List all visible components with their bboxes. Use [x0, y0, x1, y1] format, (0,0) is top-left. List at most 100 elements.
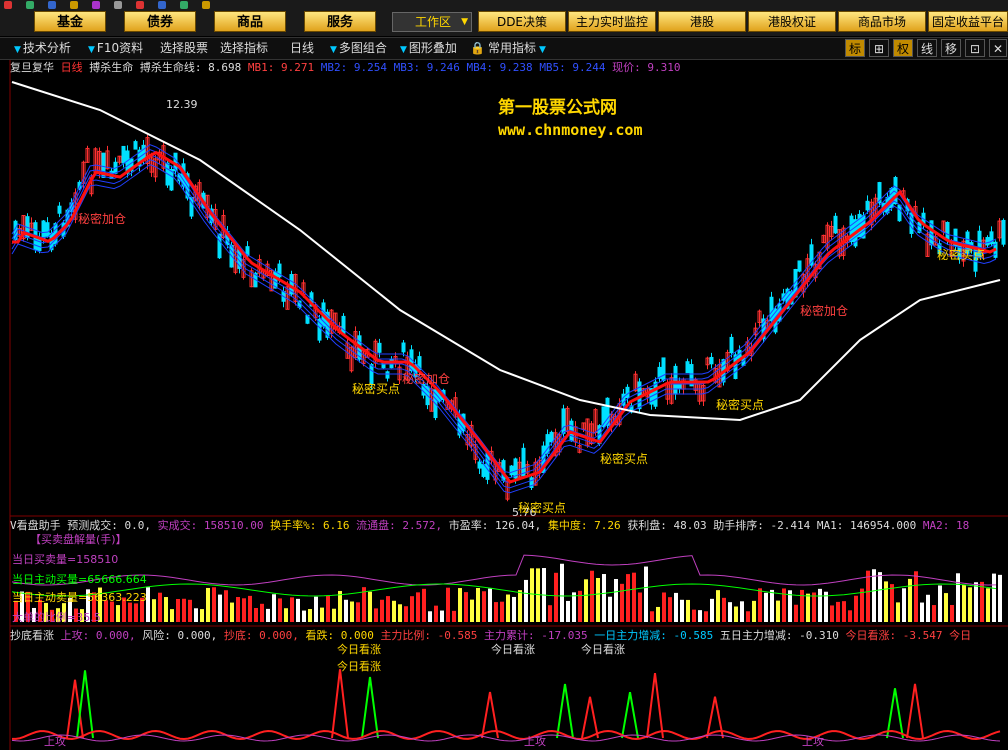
- candle-body: [521, 447, 526, 477]
- volume-bar: [128, 602, 132, 622]
- volume-bar: [524, 579, 528, 622]
- mb2-value: MB2: 9.254: [320, 61, 387, 74]
- indicator-name: 搏杀生命: [89, 61, 134, 74]
- volume-bar: [992, 573, 996, 622]
- candle-body: [41, 220, 46, 240]
- five-day-main: 五日主力增减: -0.310: [719, 629, 839, 642]
- volume-bar: [830, 605, 834, 622]
- signal-add: 秘密加仓: [402, 372, 451, 386]
- volume-bar: [800, 589, 804, 622]
- volume-bar: [704, 611, 708, 622]
- bottom-indicator: [11, 669, 1001, 742]
- volume-bar: [620, 583, 624, 622]
- candle-body: [945, 221, 950, 240]
- volume-bar: [962, 585, 966, 622]
- volume-bar: [134, 603, 138, 622]
- today-up: 今日看涨: -3.547: [845, 629, 943, 642]
- volume-bar: [806, 593, 810, 622]
- volume-bar: [302, 610, 306, 622]
- day-volume: 当日买卖量=158510: [12, 553, 119, 566]
- volume-bar: [896, 602, 900, 622]
- main-line: [12, 150, 997, 484]
- indicator-lines: [11, 81, 1001, 494]
- volume-bar: [242, 598, 246, 622]
- volume-bar: [872, 569, 876, 622]
- bottom-indicator-name: 抄底看涨: [10, 629, 54, 642]
- assistant-rank: 助手排序: -2.414: [713, 519, 811, 532]
- volume-bar: [974, 582, 978, 622]
- volume-bar: [440, 610, 444, 622]
- volume-bar: [758, 588, 762, 622]
- volume-bar: [662, 592, 666, 622]
- candle-body: [605, 397, 610, 426]
- indicator-line: [12, 729, 1001, 741]
- candle-body: [985, 237, 990, 246]
- candle-body: [133, 141, 138, 150]
- watermark-title: 第一股票公式网: [498, 98, 617, 118]
- candle-body: [561, 408, 566, 434]
- watermark-url: www.chnmoney.com: [498, 121, 643, 139]
- volume-bar: [764, 592, 768, 622]
- band-line: [11, 154, 997, 484]
- volume-bar: [608, 596, 612, 622]
- band-line: [11, 164, 997, 494]
- band-line: [11, 159, 997, 489]
- volume-bar: [476, 588, 480, 622]
- volume-bar: [722, 597, 726, 622]
- candle-body: [833, 215, 838, 234]
- volume-bar: [614, 579, 618, 622]
- volume-bar: [392, 600, 396, 622]
- volume-bar: [518, 590, 522, 622]
- up-label: 上攻: [524, 735, 546, 748]
- float-shares: 流通盘: 2.572,: [356, 519, 443, 532]
- volume-bar: [494, 602, 498, 622]
- volume-bar: [776, 600, 780, 622]
- volume-bar: [326, 595, 330, 622]
- volume-bar: [416, 592, 420, 622]
- volume-bar: [452, 610, 456, 622]
- volume-bar: [674, 592, 678, 622]
- high-price-label: 12.39: [166, 98, 198, 111]
- volume-bar: [584, 579, 588, 622]
- volume-bar: [422, 588, 426, 622]
- volume-bar: [632, 572, 636, 622]
- volume-bar: [284, 608, 288, 622]
- volume-bar: [212, 587, 216, 622]
- ma2-value: MA2: 18: [922, 519, 970, 532]
- volume-bar: [344, 599, 348, 622]
- volume-bar: [848, 610, 852, 622]
- volume-bar: [968, 587, 972, 622]
- volume-bar: [506, 594, 510, 622]
- volume-bar: [500, 601, 504, 622]
- stock-name: 复旦复华: [10, 61, 54, 74]
- volume-bar: [602, 574, 606, 622]
- volume-bar: [890, 584, 894, 622]
- volume-bar: [272, 594, 276, 622]
- volume-bar: [404, 606, 408, 622]
- big-order-ratio: 大单的比例=35.5: [12, 611, 101, 624]
- volume-bar: [920, 602, 924, 622]
- indicator-line-name: 搏杀生命线:: [139, 61, 202, 74]
- volume-bar: [914, 571, 918, 622]
- today-up-label: 今日看涨: [491, 643, 535, 656]
- volume-bar: [740, 601, 744, 622]
- current-price: 现价: 9.310: [612, 61, 681, 74]
- band-line: [11, 144, 997, 474]
- risk-value: 风险: 0.000,: [142, 629, 218, 642]
- indicator-spike: [581, 696, 599, 739]
- volume-bar: [638, 592, 642, 622]
- volume-bar: [680, 599, 684, 622]
- volume-bar: [266, 608, 270, 622]
- volume-bar: [548, 605, 552, 622]
- volume-bar: [218, 594, 222, 622]
- volume-bar: [308, 609, 312, 622]
- volume-bar: [818, 588, 822, 622]
- mb5-value: MB5: 9.244: [539, 61, 606, 74]
- candle-body: [377, 342, 382, 353]
- candle-body: [673, 365, 678, 395]
- volume-bar: [290, 597, 294, 622]
- today-up-2: 今日: [949, 629, 972, 642]
- volume-bar: [224, 590, 228, 622]
- volume-bar: [812, 592, 816, 622]
- volume-bar: [152, 599, 156, 622]
